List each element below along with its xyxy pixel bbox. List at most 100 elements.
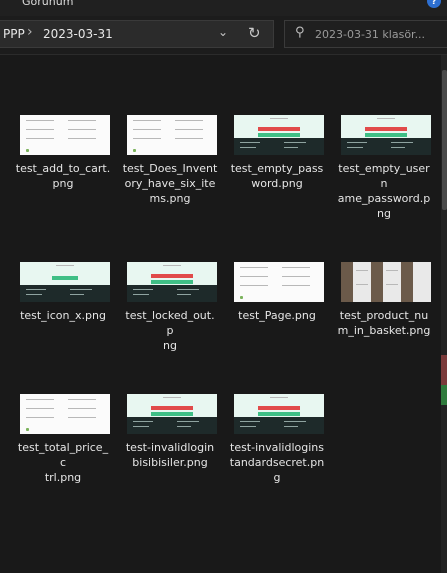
file-name-line: test_empty_pass [230,162,324,175]
file-thumbnail[interactable] [234,394,324,434]
file-name-line: png [52,177,74,190]
thumbnail-line [133,120,161,121]
file-name-line: trl.png [44,471,82,484]
thumbnail-line [240,285,268,286]
file-name-line: ame_password.p [337,192,431,205]
file-name-line: ms.png [149,192,191,205]
thumbnail-line [56,265,74,266]
product-photo [371,262,383,302]
file-name[interactable]: test_empty_pass word.png [229,161,325,191]
thumbnail-line [68,129,96,130]
credentials-panel [127,417,217,434]
file-thumbnail[interactable] [20,262,110,302]
thumbnail-line [270,397,288,398]
file-name-line: test_total_price_c [17,441,109,469]
file-name[interactable]: test_icon_x.png [15,308,111,323]
thumbnail-line [270,118,288,119]
file-thumbnail[interactable] [127,115,217,155]
file-name[interactable]: test_locked_out.p ng [122,308,218,353]
file-thumbnail[interactable] [234,262,324,302]
file-thumbnail[interactable] [341,115,431,155]
file-name-line: test_Page.png [238,309,316,322]
file-name-line: ory_have_six_ite [124,177,216,190]
thumbnail-line [68,120,96,121]
thumbnail-line [282,267,310,268]
thumbnail-line [386,284,398,285]
file-thumbnail[interactable] [127,394,217,434]
thumbnail-line [26,399,54,400]
file-name-line: g [273,471,281,484]
thumbnail-line [163,265,181,266]
file-name[interactable]: test_empty_usern ame_password.png [336,161,432,221]
file-name-line: test_add_to_cart. [15,162,111,175]
file-name[interactable]: test_Page.png [229,308,325,323]
side-strip-red [441,355,447,385]
error-banner [258,127,300,131]
file-thumbnail[interactable] [20,394,110,434]
product-photo [401,262,413,302]
file-name-line: test-invalidlogins [230,441,324,454]
navigation-bar: PPP › 2023-03-31 ⌄ ↻ ⚲ [0,16,447,55]
login-button-preview [151,412,193,416]
thumbnail-line [282,276,310,277]
thumbnail-line [356,270,368,271]
file-name-line: test_empty_usern [338,162,430,190]
file-name-line: test_locked_out.p [125,309,215,337]
thumbnail-line [26,408,54,409]
thumbnail-line [26,138,54,139]
file-name-line: ng [377,207,391,220]
search-box[interactable]: ⚲ [284,20,447,48]
address-bar[interactable]: PPP › 2023-03-31 ⌄ ↻ [0,20,274,48]
view-menu[interactable]: Görünüm [22,0,73,8]
thumbnail-line [133,138,161,139]
thumbnail-line [175,129,203,130]
file-name[interactable]: test_Does_Invent ory_have_six_ite ms.png [122,161,218,206]
file-name[interactable]: test-invalidlogin bisibisiler.png [122,440,218,470]
scrollbar-thumb[interactable] [442,70,447,210]
thumbnail-line [68,417,96,418]
credentials-panel [127,285,217,302]
thumbnail-line [68,399,96,400]
thumbnail-line [175,138,203,139]
refresh-icon[interactable]: ↻ [248,24,261,42]
file-name[interactable]: test_total_price_c trl.png [15,440,111,485]
thumbnail-line [240,276,268,277]
file-name-line: test-invalidlogin [125,441,215,454]
thumbnail-line [68,138,96,139]
login-button-preview [52,276,78,280]
thumbnail-line [356,284,368,285]
thumbnail-line [26,120,54,121]
thumbnail-line [377,118,395,119]
error-banner [258,406,300,410]
side-strip-green [441,385,447,405]
file-thumbnail[interactable] [234,115,324,155]
breadcrumb-separator-icon[interactable]: › [27,24,33,40]
file-name[interactable]: test_product_nu m_in_basket.png [336,308,432,338]
file-thumbnail[interactable] [20,115,110,155]
breadcrumb-current[interactable]: 2023-03-31 [43,27,113,41]
credentials-panel [20,285,110,302]
file-name-line: tandardsecret.pn [229,456,325,469]
login-button-preview [151,280,193,284]
thumbnail-line [26,417,54,418]
file-name-line: test_product_nu [339,309,429,322]
thumbnail-line [240,267,268,268]
thumbnail-line [26,129,54,130]
thumbnail-line [386,270,398,271]
error-banner [365,127,407,131]
file-thumbnail[interactable] [127,262,217,302]
error-banner [151,406,193,410]
login-button-preview [258,412,300,416]
file-name[interactable]: test-invalidlogins tandardsecret.pn g [229,440,325,485]
search-input[interactable] [315,26,447,42]
help-icon[interactable]: ? [427,0,441,8]
file-name[interactable]: test_add_to_cart.png [15,161,111,191]
chevron-down-icon[interactable]: ⌄ [218,25,228,39]
thumbnail-line [68,408,96,409]
file-name-line: bisibisiler.png [132,456,208,469]
error-banner [151,274,193,278]
login-button-preview [258,133,300,137]
breadcrumb-parent[interactable]: PPP [3,27,25,41]
file-thumbnail[interactable] [341,262,431,302]
file-name-line: word.png [251,177,303,190]
